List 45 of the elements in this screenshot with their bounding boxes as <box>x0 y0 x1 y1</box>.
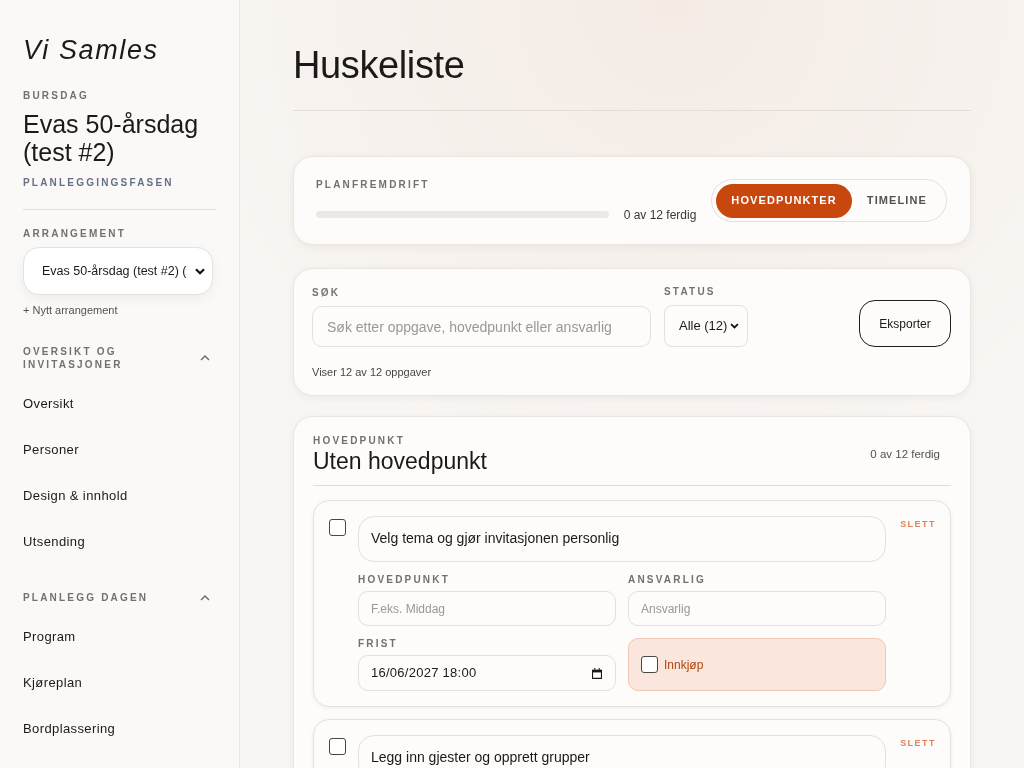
event-type-label: BURSDAG <box>23 89 90 103</box>
nav-item[interactable]: Personer <box>13 427 226 473</box>
purchase-option[interactable]: Innkjøp <box>628 638 886 691</box>
group-label: HOVEDPUNKT <box>313 435 406 447</box>
date-field[interactable]: 16/06/2027 18:00 <box>358 655 616 691</box>
result-count: Viser 12 av 12 oppgaver <box>312 365 433 379</box>
chevron-down-icon <box>730 323 739 329</box>
nav-item[interactable]: Design & innhold <box>13 473 226 519</box>
progress-text: 0 av 12 ferdig <box>623 206 697 224</box>
section-toggle[interactable]: PLANLEGG DAGEN <box>23 591 216 604</box>
purchase-checkbox[interactable] <box>641 656 658 673</box>
event-title: Evas 50-årsdag (test #2) <box>23 110 200 166</box>
nav-item[interactable]: Kjøreplan <box>13 660 226 706</box>
nav-item[interactable]: Bordplassering <box>13 706 226 752</box>
new-event-link[interactable]: + Nytt arrangement <box>23 303 118 317</box>
page-title: Huskeliste <box>293 43 466 88</box>
group-count: 0 av 12 ferdig <box>870 447 940 463</box>
event-phase: PLANLEGGINGSFASEN <box>23 176 175 190</box>
view-tab[interactable]: HOVEDPUNKTER <box>716 183 852 218</box>
task-checkbox[interactable] <box>329 519 346 536</box>
task-checkbox[interactable] <box>329 738 346 755</box>
app-name: Vi Samles <box>23 34 160 66</box>
calendar-icon <box>592 667 602 679</box>
field-label: ANSVARLIG <box>628 574 707 586</box>
group-title: Uten hovedpunkt <box>313 447 487 475</box>
field-label: SØK <box>312 286 342 300</box>
progress-label: PLANFREMDRIFT <box>316 177 431 192</box>
field-label: ARRANGEMENT <box>23 227 128 241</box>
task-title-field[interactable]: Legg inn gjester og opprett grupper <box>358 735 886 768</box>
search-field[interactable]: Søk etter oppgave, hovedpunkt eller ansvarlig <box>312 306 651 347</box>
view-tab[interactable]: TIMELINE <box>851 183 942 218</box>
nav-item[interactable]: Utsending <box>13 519 226 565</box>
export-button[interactable]: Eksporter <box>859 300 951 347</box>
nav-item[interactable]: Oversikt <box>13 381 226 427</box>
section-toggle[interactable]: OVERSIKT OG INVITASJONER <box>23 345 216 371</box>
field-label: STATUS <box>664 285 717 299</box>
task-title-field[interactable]: Velg tema og gjør invitasjonen personlig <box>358 516 886 562</box>
status-select[interactable]: Alle (12) <box>664 305 748 347</box>
field-label: HOVEDPUNKT <box>358 574 451 586</box>
field-label: FRIST <box>358 638 399 650</box>
category-field[interactable]: F.eks. Middag <box>358 591 616 626</box>
nav-item[interactable]: Program <box>13 614 226 660</box>
event-select[interactable]: Evas 50-årsdag (test #2) ( <box>23 247 213 295</box>
chevron-down-icon <box>195 267 205 275</box>
owner-field[interactable]: Ansvarlig <box>628 591 886 626</box>
